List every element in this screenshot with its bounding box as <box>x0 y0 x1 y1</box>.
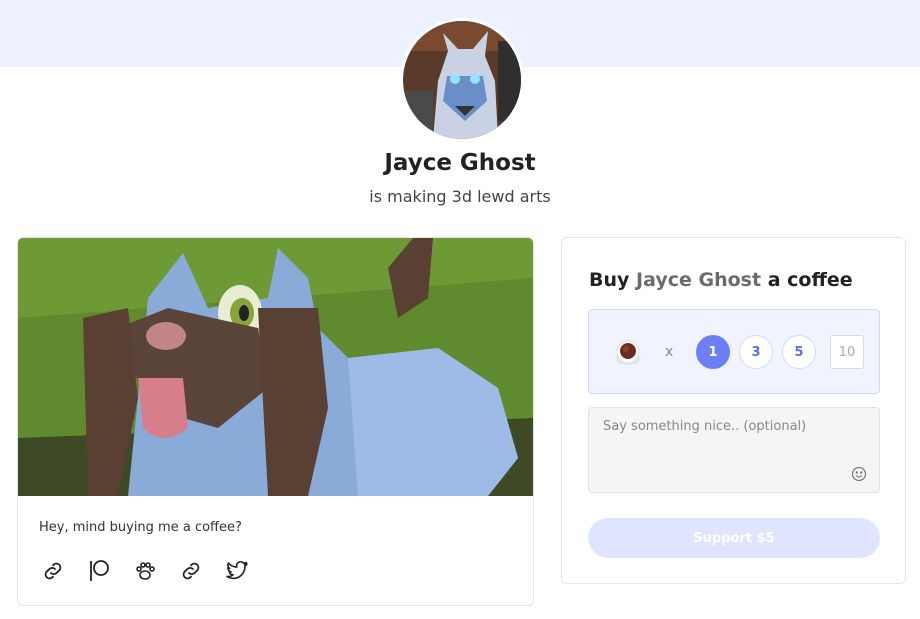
paw-icon <box>136 562 155 580</box>
post-about-text: Hey, mind buying me a coffee? <box>39 520 242 535</box>
message-placeholder: Say something nice.. (optional) <box>603 419 807 434</box>
featured-image <box>18 238 533 496</box>
creator-tagline: is making 3d lewd arts <box>369 187 551 206</box>
custom-quantity-input[interactable]: 10 <box>830 335 864 369</box>
twitter-icon <box>226 560 248 580</box>
link-icon <box>182 562 200 580</box>
patreon-icon <box>90 560 109 581</box>
social-links <box>40 558 250 584</box>
multiply-sign: x <box>665 344 674 360</box>
quantity-option-5[interactable]: 5 <box>782 335 816 369</box>
twitter-link[interactable] <box>224 558 250 584</box>
coffee-quantity-picker: x 1 3 5 10 <box>588 309 880 394</box>
support-card: Buy Jayce Ghost a coffee x 1 3 5 10 Say … <box>561 237 906 584</box>
support-button[interactable]: Support $5 <box>588 518 880 558</box>
post-card: Hey, mind buying me a coffee? <box>17 237 534 606</box>
emoji-icon[interactable] <box>851 466 867 482</box>
avatar <box>400 18 524 142</box>
message-input[interactable]: Say something nice.. (optional) <box>588 407 880 493</box>
website-link[interactable] <box>40 558 66 584</box>
title-suffix: a coffee <box>767 269 853 291</box>
support-title: Buy Jayce Ghost a coffee <box>589 269 853 291</box>
quantity-option-1[interactable]: 1 <box>696 335 730 369</box>
title-creator-name: Jayce Ghost <box>636 269 762 291</box>
website-link-2[interactable] <box>178 558 204 584</box>
paw-link[interactable] <box>132 558 158 584</box>
link-icon <box>44 562 62 580</box>
quantity-option-3[interactable]: 3 <box>739 335 773 369</box>
title-prefix: Buy <box>589 269 630 291</box>
coffee-cup-icon <box>615 340 641 365</box>
patreon-link[interactable] <box>86 558 112 584</box>
creator-name: Jayce Ghost <box>384 150 536 176</box>
